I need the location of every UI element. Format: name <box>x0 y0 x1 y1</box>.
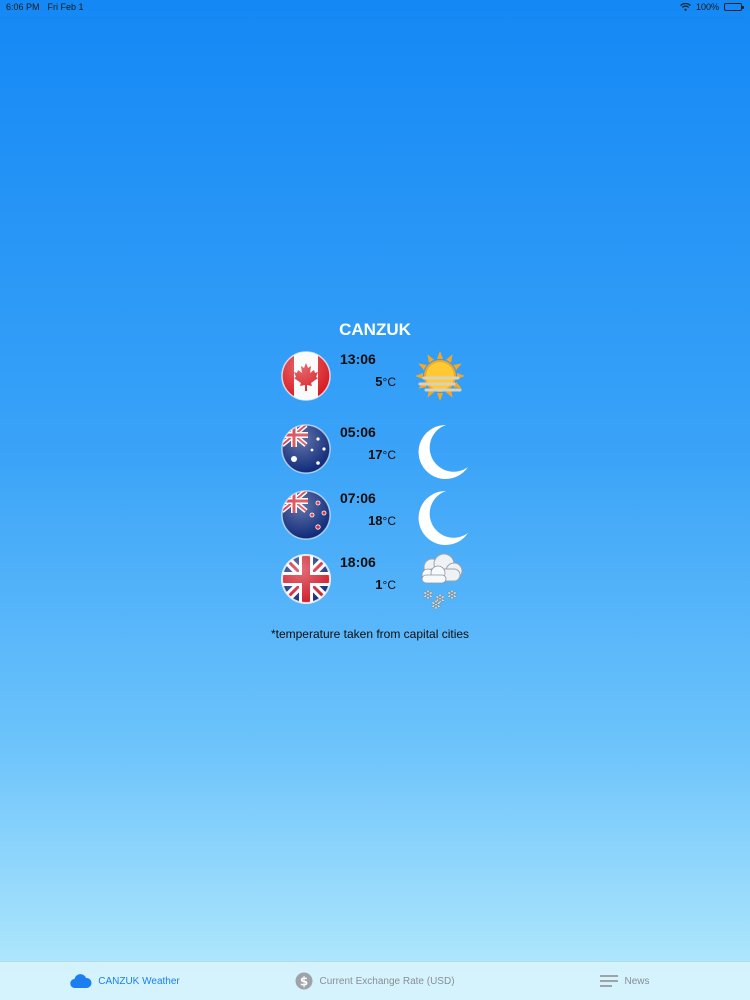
country-row-canada: 13:06 5°C <box>276 350 476 414</box>
cloud-icon <box>70 974 92 989</box>
page-title: CANZUK <box>339 320 411 339</box>
svg-text:✻: ✻ <box>447 588 457 602</box>
local-time: 07:06 <box>340 490 376 506</box>
news-icon <box>600 975 619 987</box>
tab-label: CANZUK Weather <box>98 975 180 987</box>
svg-text:$: $ <box>300 975 308 989</box>
local-time: 18:06 <box>340 554 376 570</box>
moon-icon <box>418 424 468 479</box>
country-row-australia: 05:06 17°C <box>276 423 476 487</box>
local-time: 13:06 <box>340 351 376 367</box>
battery-percent: 100% <box>695 2 719 12</box>
temperature: 17°C <box>368 447 396 462</box>
moon-icon <box>418 490 468 545</box>
status-time: 6:06 PM <box>6 2 40 12</box>
tab-bar: CANZUK Weather $ Current Exchange Rate (… <box>0 961 750 1000</box>
status-bar: 6:06 PM Fri Feb 1 100% <box>0 0 750 14</box>
sun-fog-icon <box>415 351 465 401</box>
canada-flag-icon <box>281 351 331 401</box>
temperature: 1°C <box>375 577 396 592</box>
temperature: 5°C <box>375 374 396 389</box>
snow-cloud-icon: ✻ ✻ ✻ ✻ <box>421 553 463 611</box>
australia-flag-icon <box>281 424 331 474</box>
uk-flag-icon <box>281 554 331 604</box>
country-row-new-zealand: 07:06 18°C <box>276 489 476 553</box>
country-row-united-kingdom: 18:06 1°C ✻ ✻ ✻ ✻ <box>276 553 476 617</box>
dollar-icon: $ <box>295 972 313 990</box>
battery-icon <box>724 3 744 11</box>
local-time: 05:06 <box>340 424 376 440</box>
tab-label: Current Exchange Rate (USD) <box>319 975 455 987</box>
tab-exchange-rate[interactable]: $ Current Exchange Rate (USD) <box>250 962 500 1000</box>
temperature: 18°C <box>368 513 396 528</box>
svg-text:✻: ✻ <box>431 598 441 611</box>
tab-news[interactable]: News <box>500 962 750 1000</box>
wifi-icon <box>680 3 691 11</box>
new-zealand-flag-icon <box>281 490 331 540</box>
status-date: Fri Feb 1 <box>47 2 84 12</box>
tab-canzuk-weather[interactable]: CANZUK Weather <box>0 962 250 1000</box>
tab-label: News <box>624 975 650 987</box>
footnote: *temperature taken from capital cities <box>270 627 470 641</box>
